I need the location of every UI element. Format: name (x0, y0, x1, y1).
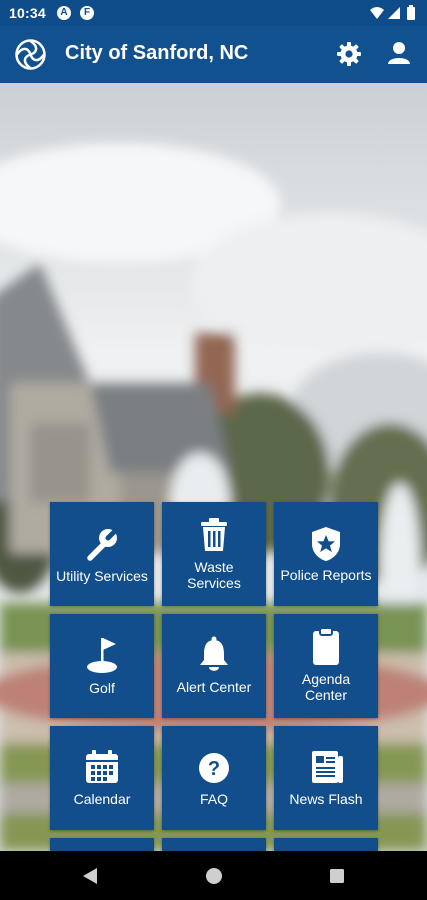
tile-faq[interactable]: ? FAQ (162, 726, 266, 830)
status-bar: 10:34 A F (0, 0, 427, 26)
app-bar: City of Sanford, NC (0, 26, 427, 83)
wifi-icon (370, 7, 384, 19)
tile-alert-center[interactable]: Alert Center (162, 614, 266, 718)
system-nav-bar (0, 851, 427, 900)
battery-icon (407, 5, 415, 20)
tile-agenda-center[interactable]: Agenda Center (274, 614, 378, 718)
tile-golf[interactable]: Golf (50, 614, 154, 718)
tile-label: Police Reports (280, 567, 372, 583)
tile-police-reports[interactable]: Police Reports (274, 502, 378, 606)
a-icon: A (57, 6, 71, 20)
tile-label: Golf (89, 680, 115, 696)
tile-label: News Flash (289, 791, 363, 807)
newspaper-icon (274, 750, 378, 789)
tile-label: FAQ (199, 791, 228, 807)
city-logo-icon (14, 38, 47, 71)
clipboard-icon (274, 628, 378, 671)
tile-news-flash[interactable]: News Flash (274, 726, 378, 830)
wrench-icon (50, 526, 154, 567)
bell-icon (162, 636, 266, 677)
tile-partial[interactable] (274, 838, 378, 851)
tile-partial[interactable] (50, 838, 154, 851)
home-icon[interactable] (205, 867, 223, 885)
tile-partial[interactable] (162, 838, 266, 851)
tile-label: Agenda Center (301, 671, 351, 703)
tile-label: Calendar (73, 791, 131, 807)
f-icon: F (80, 6, 94, 20)
tile-waste-services[interactable]: Waste Services (162, 502, 266, 606)
golf-flag-icon (50, 636, 154, 679)
tile-utility-services[interactable]: Utility Services (50, 502, 154, 606)
calendar-icon (50, 750, 154, 789)
svg-text:?: ? (208, 758, 220, 780)
status-time: 10:34 (9, 5, 46, 21)
tile-label: Utility Services (56, 568, 148, 584)
recents-icon[interactable] (329, 868, 345, 884)
user-icon[interactable] (386, 40, 412, 66)
page-title: City of Sanford, NC (65, 42, 249, 64)
gear-icon[interactable] (336, 41, 362, 67)
back-icon[interactable] (81, 867, 99, 885)
signal-icon (388, 7, 400, 19)
trash-icon (162, 518, 266, 557)
tile-label: Waste Services (187, 559, 241, 591)
police-badge-icon (274, 526, 378, 567)
tile-calendar[interactable]: Calendar (50, 726, 154, 830)
tile-label: Alert Center (176, 679, 252, 695)
question-icon: ? (162, 752, 266, 789)
status-icons (369, 5, 419, 21)
